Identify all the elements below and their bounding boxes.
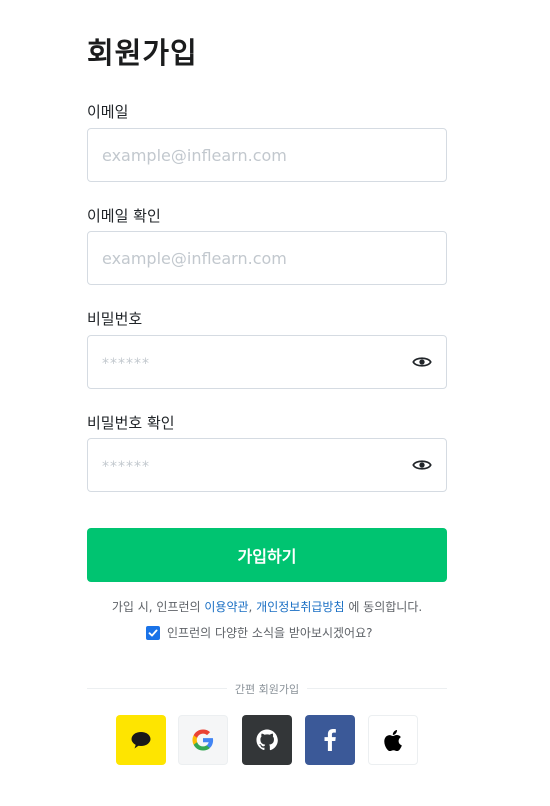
github-icon xyxy=(256,729,278,751)
show-password-eye-icon[interactable] xyxy=(412,354,432,370)
email-label: 이메일 xyxy=(87,103,129,121)
checkmark-icon xyxy=(148,629,158,636)
terms-suffix: 에 동의합니다. xyxy=(344,600,423,614)
password-confirm-field-box xyxy=(87,438,447,492)
github-signup-button[interactable] xyxy=(242,715,292,765)
email-confirm-field-box xyxy=(87,231,447,285)
password-confirm-input[interactable] xyxy=(102,439,402,491)
email-field-box xyxy=(87,128,447,182)
social-signup-label-wrap: 간편 회원가입 xyxy=(0,681,534,697)
password-input[interactable] xyxy=(102,336,402,388)
page-title: 회원가입 xyxy=(87,36,198,70)
newsletter-optin[interactable]: 인프런의 다양한 소식을 받아보시겠어요? xyxy=(146,624,373,641)
newsletter-checkbox[interactable] xyxy=(146,625,160,640)
kakao-signup-button[interactable] xyxy=(116,715,166,765)
password-confirm-label: 비밀번호 확인 xyxy=(87,414,175,432)
signup-button[interactable]: 가입하기 xyxy=(87,528,447,582)
terms-notice: 가입 시, 인프런의 이용약관, 개인정보취급방침 에 동의합니다. xyxy=(0,598,534,615)
newsletter-label: 인프런의 다양한 소식을 받아보시겠어요? xyxy=(167,626,373,640)
password-label: 비밀번호 xyxy=(87,310,143,328)
google-icon xyxy=(192,729,214,751)
terms-prefix: 가입 시, 인프런의 xyxy=(111,600,205,614)
social-signup-label: 간편 회원가입 xyxy=(226,683,308,696)
show-password-confirm-eye-icon[interactable] xyxy=(412,457,432,473)
email-confirm-label: 이메일 확인 xyxy=(87,207,161,225)
password-field-box xyxy=(87,335,447,389)
email-input[interactable] xyxy=(102,129,402,181)
email-confirm-input[interactable] xyxy=(102,232,402,284)
privacy-policy-link[interactable]: 개인정보취급방침 xyxy=(256,600,344,614)
kakao-icon xyxy=(131,732,151,749)
facebook-icon xyxy=(324,729,336,751)
apple-icon xyxy=(384,729,402,751)
google-signup-button[interactable] xyxy=(178,715,228,765)
apple-signup-button[interactable] xyxy=(368,715,418,765)
facebook-signup-button[interactable] xyxy=(305,715,355,765)
terms-of-service-link[interactable]: 이용약관 xyxy=(204,600,248,614)
